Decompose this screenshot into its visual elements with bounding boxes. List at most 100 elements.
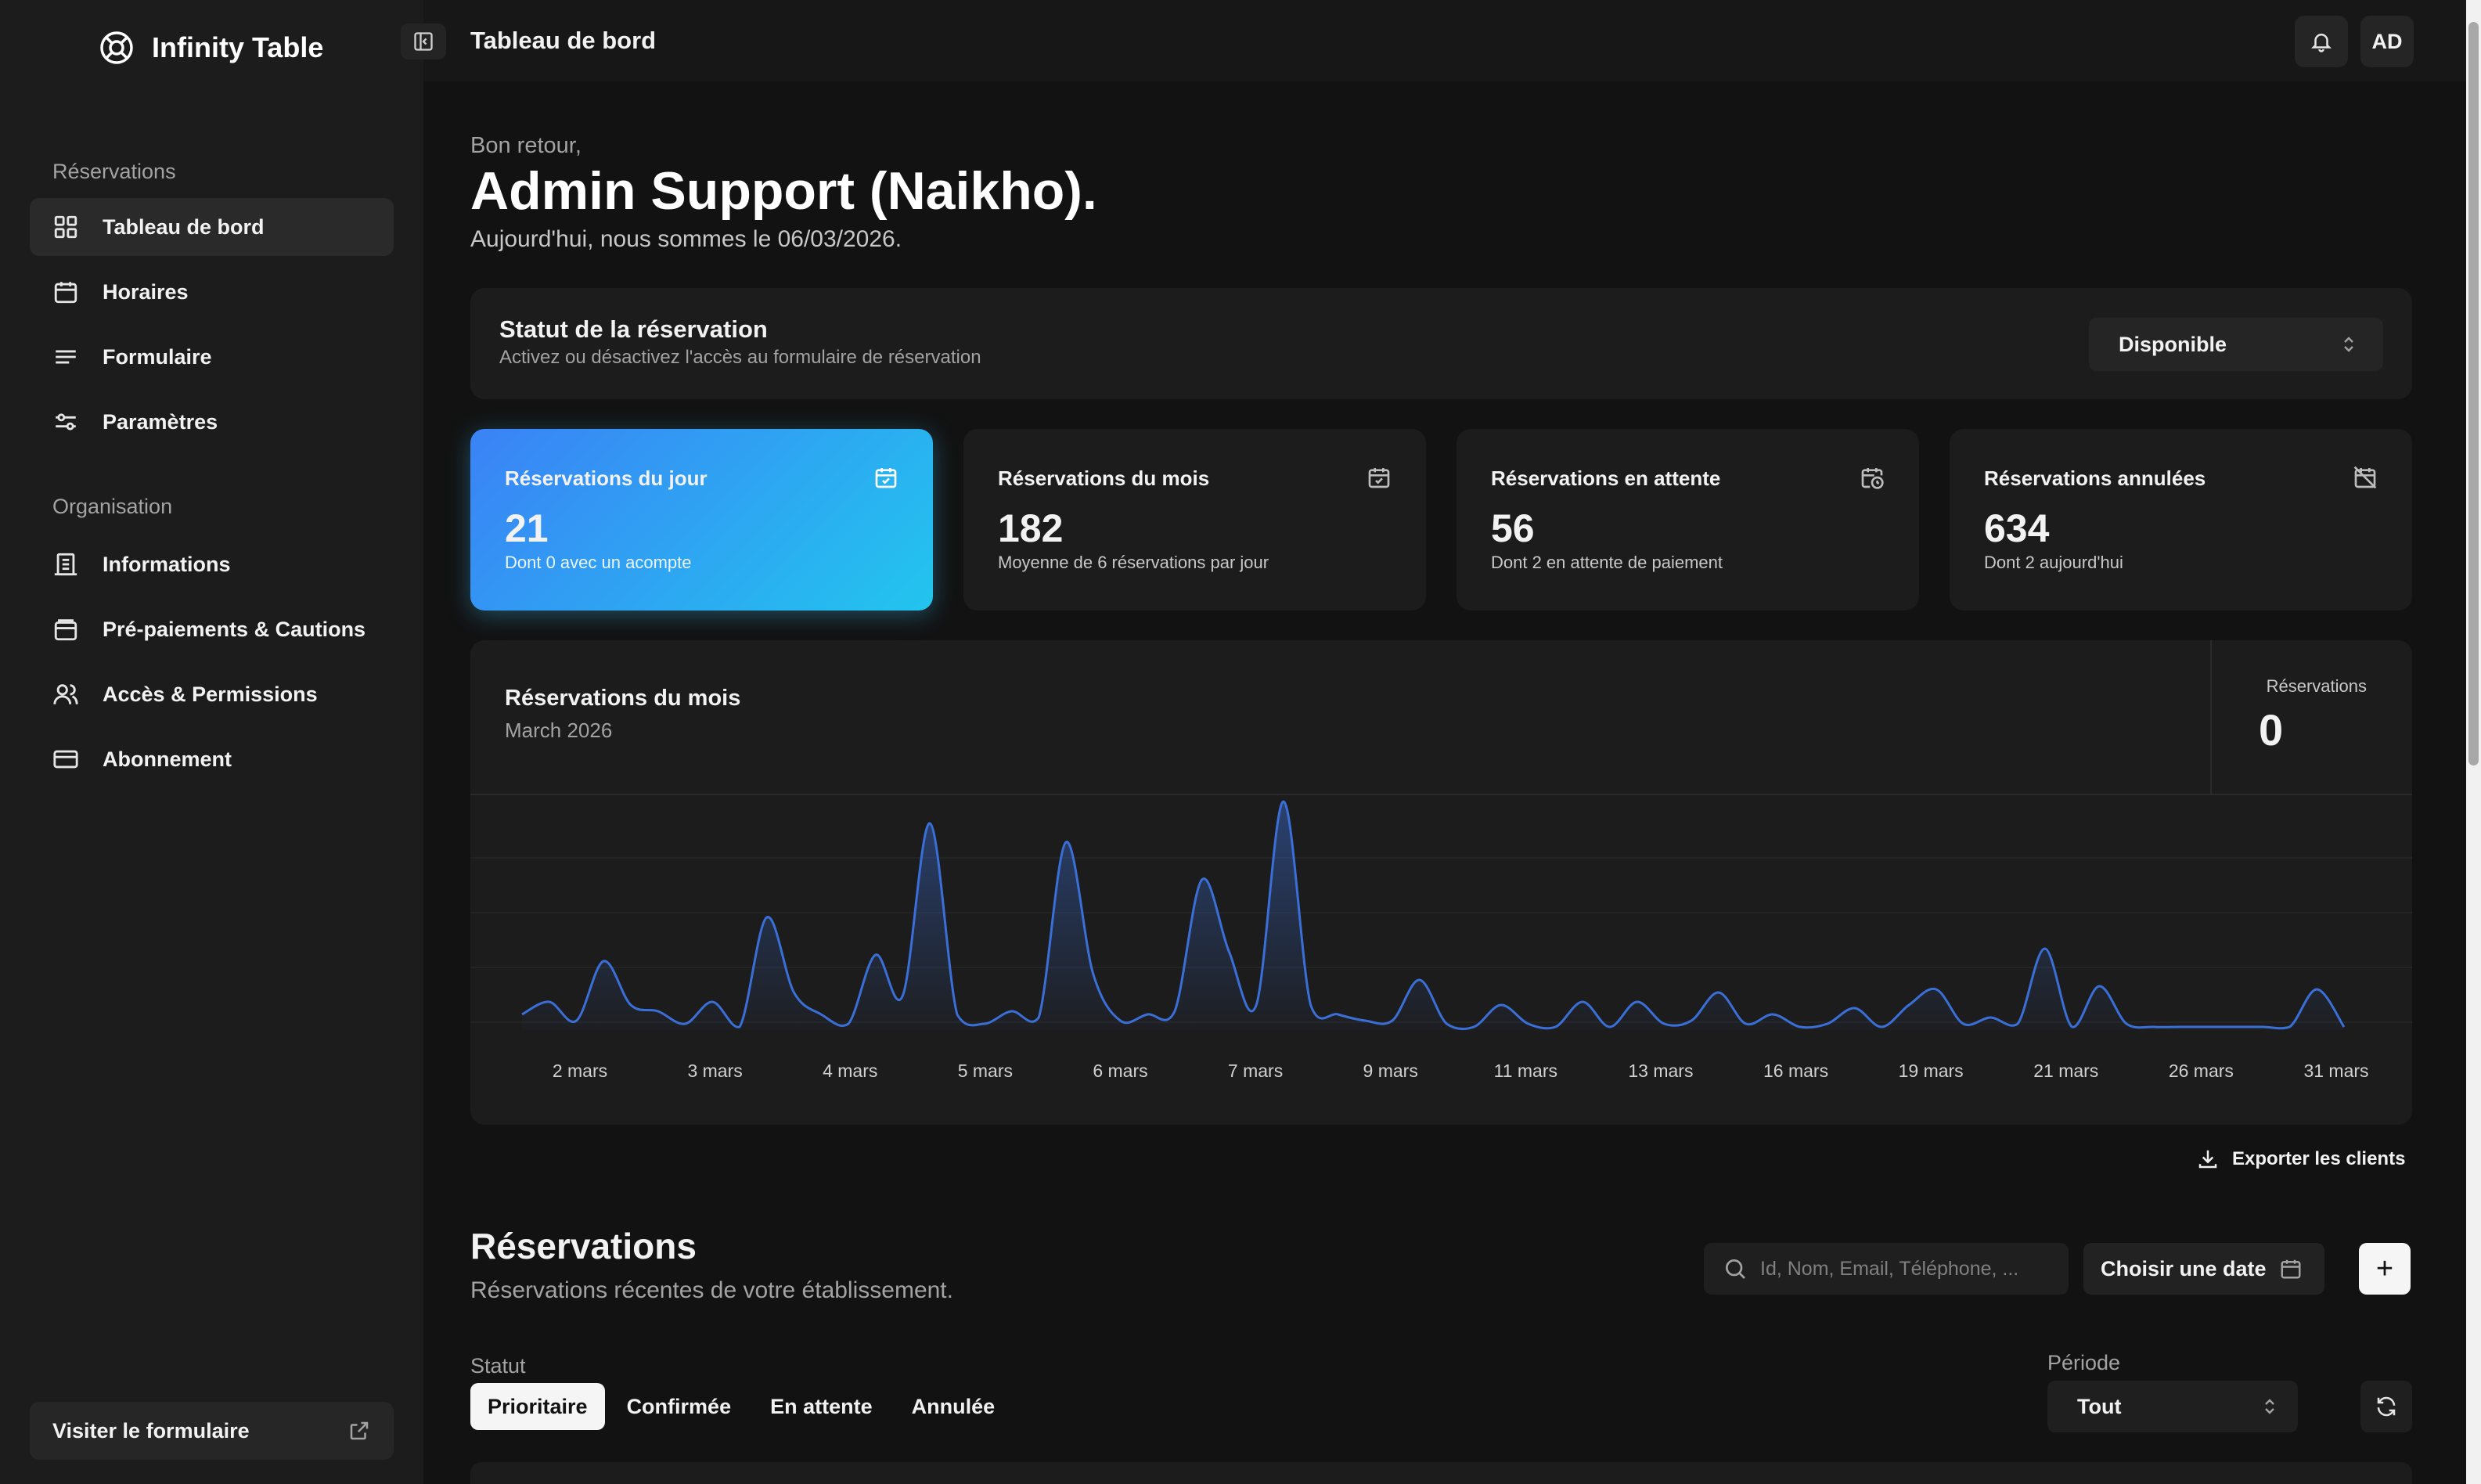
reservation-status-card: Statut de la réservation Activez ou désa… <box>470 288 2412 399</box>
chart-x-tick-label: 21 mars <box>2033 1061 2098 1081</box>
calendar-check-icon <box>1368 468 1390 488</box>
today-date-text: Aujourd'hui, nous sommes le 06/03/2026. <box>470 226 902 252</box>
filter-tab-prioritaire[interactable]: Prioritaire <box>470 1383 605 1430</box>
date-picker-button[interactable]: Choisir une date <box>2083 1243 2324 1295</box>
status-title: Statut de la réservation <box>499 315 768 343</box>
chart-subtitle: March 2026 <box>505 719 613 742</box>
stat-card-cancelled[interactable]: Réservations annulées 634 Dont 2 aujourd… <box>1950 429 2412 611</box>
grid-icon <box>54 215 77 239</box>
stat-label: Réservations en attente <box>1491 466 1721 490</box>
search-input[interactable] <box>1760 1257 2058 1280</box>
page-scrollbar[interactable] <box>2466 0 2481 1484</box>
stat-value: 21 <box>505 506 549 550</box>
chart-x-tick-label: 3 mars <box>687 1061 742 1081</box>
stat-card-pending[interactable]: Réservations en attente 56 Dont 2 en att… <box>1457 429 1919 611</box>
export-clients-button[interactable]: Exporter les clients <box>2196 1147 2405 1171</box>
sidebar-toggle-button[interactable] <box>401 23 446 59</box>
topbar <box>423 0 2466 81</box>
external-link-icon <box>350 1421 369 1440</box>
reservations-table <box>470 1462 2412 1484</box>
calendar-icon <box>54 282 77 304</box>
stat-value: 56 <box>1491 506 1535 550</box>
period-select[interactable]: Tout <box>2047 1381 2298 1432</box>
chart-total-label: Réservations <box>2266 676 2367 696</box>
user-name-heading: Admin Support (Naikho). <box>470 161 1097 221</box>
sidebar-item-label: Paramètres <box>103 409 218 434</box>
refresh-button[interactable] <box>2360 1381 2412 1432</box>
sidebar-item-label: Pré-paiements & Cautions <box>103 617 366 641</box>
filter-tab-confirmee[interactable]: Confirmée <box>610 1383 749 1430</box>
status-select[interactable]: Disponible <box>2089 318 2383 371</box>
stat-card-monthly[interactable]: Réservations du mois 182 Moyenne de 6 ré… <box>963 429 1426 611</box>
calendar-clock-icon <box>1861 468 1884 489</box>
page-title: Tableau de bord <box>470 27 657 54</box>
sidebar-item-tableau-de-bord[interactable]: Tableau de bord <box>30 198 394 256</box>
scrollbar-thumb[interactable] <box>2468 22 2479 765</box>
sidebar-item-formulaire[interactable]: Formulaire <box>30 328 394 386</box>
reservations-area-chart[interactable]: 2 mars 3 mars 4 mars 5 mars 6 mars 7 mars 9 ma… <box>470 795 2412 1125</box>
sidebar-item-label: Formulaire <box>103 344 212 369</box>
chart-x-tick-label: 2 mars <box>553 1061 607 1081</box>
calendar-off-icon <box>2353 466 2377 489</box>
chart-series-line <box>521 800 2346 1031</box>
status-filter-label: Statut <box>470 1354 526 1378</box>
chart-x-tick-label: 13 mars <box>1628 1061 1693 1081</box>
sidebar-item-acces-permissions[interactable]: Accès & Permissions <box>30 665 394 723</box>
sliders-icon <box>56 413 76 430</box>
sidebar-item-prepaiements[interactable]: Pré-paiements & Cautions <box>30 600 394 658</box>
period-select-value: Tout <box>2077 1394 2122 1418</box>
status-subtitle: Activez ou désactivez l'accès au formula… <box>499 347 981 368</box>
stat-subtext: Dont 0 avec un acompte <box>505 553 692 572</box>
date-picker-label: Choisir une date <box>2101 1256 2267 1280</box>
chart-x-tick-label: 31 mars <box>2303 1061 2368 1081</box>
building-icon <box>54 553 77 576</box>
search-icon <box>1726 1259 1745 1279</box>
chart-x-tick-label: 6 mars <box>1093 1061 1147 1081</box>
credit-card-icon <box>53 750 78 769</box>
chart-x-tick-label: 26 mars <box>2169 1061 2234 1081</box>
chart-x-tick-label: 5 mars <box>958 1061 1013 1081</box>
visit-form-label: Visiter le formulaire <box>52 1418 250 1443</box>
sidebar-group-label: Réservations <box>52 160 176 183</box>
calendar-check-icon <box>875 468 897 488</box>
sidebar-group-label: Organisation <box>52 495 173 518</box>
stat-subtext: Dont 2 aujourd'hui <box>1984 553 2123 572</box>
text-lines-icon <box>56 350 76 364</box>
brand[interactable]: Infinity Table <box>99 30 323 66</box>
stat-card-daily[interactable]: Réservations du jour 21 Dont 0 avec un a… <box>470 429 933 611</box>
add-reservation-button[interactable]: + <box>2359 1243 2411 1295</box>
search-field[interactable] <box>1704 1243 2069 1295</box>
chart-x-tick-label: 7 mars <box>1228 1061 1283 1081</box>
chart-x-tick-label: 11 mars <box>1494 1061 1557 1081</box>
stat-label: Réservations du jour <box>505 466 708 490</box>
notifications-button[interactable] <box>2295 16 2348 67</box>
sidebar-item-label: Informations <box>103 552 231 576</box>
filter-tab-annulee[interactable]: Annulée <box>895 1383 1013 1430</box>
chart-title: Réservations du mois <box>505 686 741 711</box>
sidebar-item-horaires[interactable]: Horaires <box>30 263 394 321</box>
refresh-icon <box>2377 1396 2396 1417</box>
stat-value: 634 <box>1984 506 2050 550</box>
stat-subtext: Dont 2 en attente de paiement <box>1491 553 1723 572</box>
avatar[interactable]: AD <box>2360 16 2414 67</box>
sidebar-item-label: Abonnement <box>103 747 232 771</box>
filter-tab-en-attente[interactable]: En attente <box>753 1383 890 1430</box>
users-icon <box>53 684 78 704</box>
chart-total-panel: Réservations 0 <box>2210 640 2412 794</box>
brand-name: Infinity Table <box>152 31 324 63</box>
monthly-chart-card: Réservations du mois March 2026 Réservat… <box>470 640 2412 1125</box>
sidebar-item-parametres[interactable]: Paramètres <box>30 393 394 451</box>
greeting-text: Bon retour, <box>470 133 582 158</box>
reservations-heading: Réservations <box>470 1226 697 1266</box>
sidebar-item-informations[interactable]: Informations <box>30 535 394 593</box>
stat-label: Réservations du mois <box>998 466 1210 490</box>
chart-x-tick-label: 9 mars <box>1363 1061 1418 1081</box>
chevron-up-down-icon <box>2265 1399 2274 1414</box>
visit-form-button[interactable]: Visiter le formulaire <box>30 1402 394 1460</box>
stat-subtext: Moyenne de 6 réservations par jour <box>998 553 1269 572</box>
stat-value: 182 <box>998 506 1064 550</box>
lifebuoy-logo-icon <box>100 31 133 64</box>
sidebar-item-abonnement[interactable]: Abonnement <box>30 730 394 788</box>
chevron-up-down-icon <box>2344 337 2353 352</box>
chart-x-tick-label: 16 mars <box>1763 1061 1828 1081</box>
